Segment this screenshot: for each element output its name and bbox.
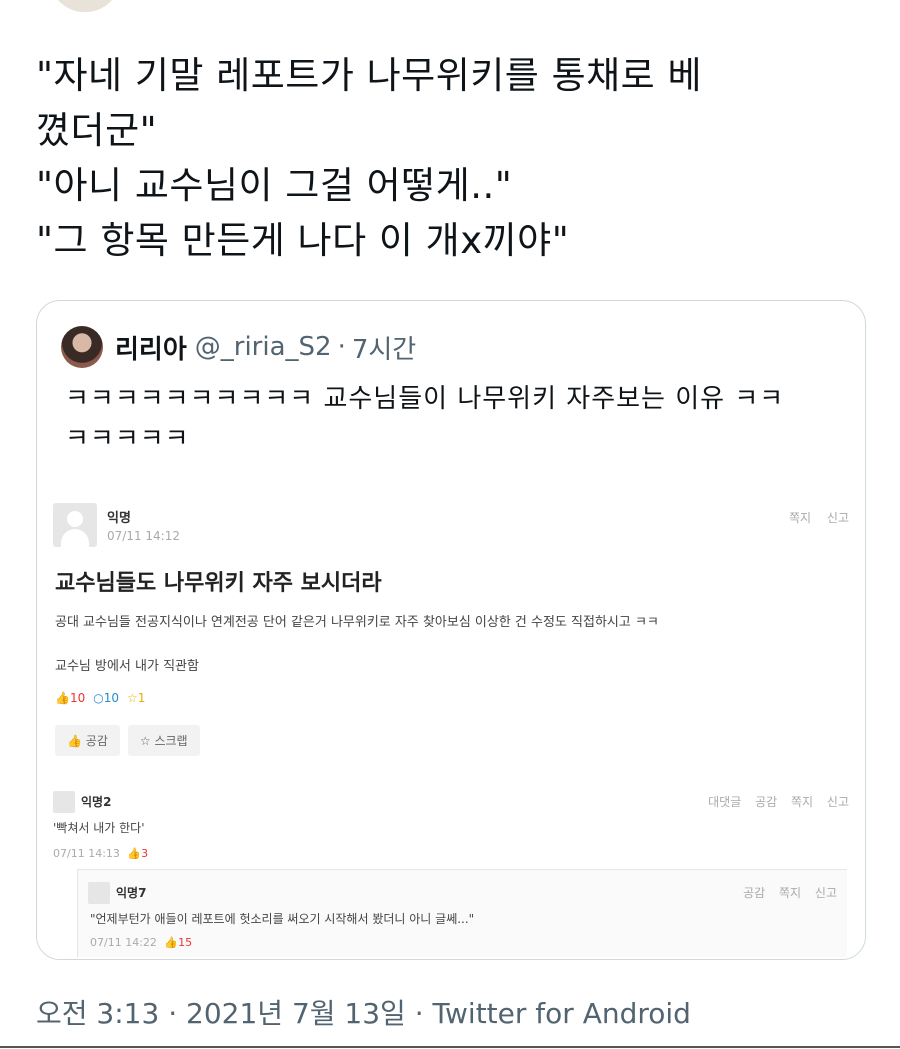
post-date: 07/11 14:12 — [107, 529, 180, 543]
reply-author: 익명7 — [116, 886, 147, 900]
post-author-avatar — [53, 503, 97, 547]
tweet-text: "자네 기말 레포트가 나무위키를 통채로 베 꼈더군" "아니 교수님이 그걸… — [36, 48, 876, 268]
separator-dot: · — [337, 332, 346, 362]
reply-link: 대댓글 — [708, 795, 742, 809]
quoted-tweet-card[interactable]: 리리아 @_riria_S2 · 7시간 ㅋㅋㅋㅋㅋㅋㅋㅋㅋㅋ 교수님들이 나무… — [36, 300, 866, 960]
reply-date: 07/11 14:22 — [90, 936, 157, 949]
report-link: 신고 — [826, 511, 849, 525]
tweet-page: "자네 기말 레포트가 나무위키를 통채로 베 꼈더군" "아니 교수님이 그걸… — [0, 0, 900, 1049]
author-avatar[interactable] — [50, 0, 120, 12]
thumbs-up-icon: 👍 — [67, 734, 82, 748]
quoted-author-name[interactable]: 리리아 — [115, 329, 187, 366]
post-stats: 👍10 ○10 ☆1 — [55, 691, 145, 705]
scrap-count: ☆1 — [127, 691, 146, 705]
comment-likes: 👍3 — [127, 847, 149, 860]
reply-text: "언제부턴가 애들이 레포트에 헛소리를 써오기 시작해서 봤더니 아니 글쎄.… — [90, 912, 475, 926]
reply-comment: 익명7 공감 쪽지 신고 "언제부턴가 애들이 레포트에 헛소리를 써오기 시작… — [77, 869, 847, 957]
post-author: 익명 — [107, 511, 131, 526]
comment-text: '빡쳐서 내가 한다' — [53, 821, 145, 835]
post-body: 공대 교수님들 전공지식이나 연계전공 단어 같은거 나무위키로 자주 찾아보심… — [55, 615, 659, 630]
star-icon: ☆ — [127, 691, 138, 705]
reply-avatar — [88, 882, 110, 904]
separator-dot: · — [168, 997, 178, 1030]
tweet-line: 꼈더군" — [36, 109, 158, 152]
quoted-tweet-text: ㅋㅋㅋㅋㅋㅋㅋㅋㅋㅋ 교수님들이 나무위키 자주보는 이유 ㅋㅋ ㅋㅋㅋㅋㅋ — [65, 379, 855, 459]
embedded-screenshot[interactable]: 익명 07/11 14:12 쪽지 신고 교수님들도 나무위키 자주 보시더라 … — [37, 481, 865, 959]
separator-dot: · — [414, 997, 424, 1030]
tweet-time[interactable]: 오전 3:13 — [36, 997, 159, 1030]
comment-actions: 대댓글 공감 쪽지 신고 — [698, 793, 849, 810]
thumbs-up-icon: 👍 — [55, 691, 70, 705]
quoted-text-line: ㅋㅋㅋㅋㅋㅋㅋㅋㅋㅋ 교수님들이 나무위키 자주보는 이유 ㅋㅋ — [65, 384, 785, 414]
divider — [0, 1046, 900, 1048]
comment-avatar — [53, 791, 75, 813]
comment-count: ○10 — [93, 691, 119, 705]
post-body: 교수님 방에서 내가 직관함 — [55, 659, 199, 674]
reply-actions: 공감 쪽지 신고 — [733, 884, 837, 901]
empathy-link: 공감 — [743, 886, 766, 900]
message-link: 쪽지 — [790, 795, 814, 809]
star-icon: ☆ — [139, 734, 151, 748]
reply-likes: 👍15 — [164, 936, 193, 949]
quoted-text-line: ㅋㅋㅋㅋㅋ — [65, 424, 190, 454]
empathy-button: 👍 공감 — [55, 725, 120, 756]
report-link: 신고 — [814, 886, 837, 900]
reply-meta: 07/11 14:22 👍15 — [90, 936, 192, 949]
tweet-line: "아니 교수님이 그걸 어떻게.." — [36, 164, 513, 207]
comment-meta: 07/11 14:13 👍3 — [53, 847, 148, 860]
post-buttons: 👍 공감 ☆ 스크랩 — [55, 725, 200, 756]
comment-author: 익명2 — [81, 795, 112, 809]
speech-bubble-icon: ○ — [93, 691, 104, 705]
quoted-tweet-header: 리리아 @_riria_S2 · 7시간 — [61, 325, 416, 369]
tweet-line: "그 항목 만든게 나다 이 개x끼야" — [36, 219, 570, 262]
empathy-link: 공감 — [755, 795, 778, 809]
tweet-source[interactable]: Twitter for Android — [433, 997, 691, 1030]
quoted-author-avatar[interactable] — [61, 326, 103, 368]
tweet-timestamp: 오전 3:13 · 2021년 7월 13일 · Twitter for And… — [36, 992, 691, 1032]
post-actions: 쪽지 신고 — [777, 509, 849, 526]
like-count: 👍10 — [55, 691, 86, 705]
tweet-line: "자네 기말 레포트가 나무위키를 통채로 베 — [36, 54, 703, 97]
thumbs-up-icon: 👍 — [164, 936, 179, 949]
quoted-tweet-time[interactable]: 7시간 — [352, 329, 416, 366]
quoted-author-handle[interactable]: @_riria_S2 — [195, 332, 332, 362]
comment-date: 07/11 14:13 — [53, 847, 120, 860]
scrap-button: ☆ 스크랩 — [127, 725, 200, 756]
post-title: 교수님들도 나무위키 자주 보시더라 — [55, 571, 382, 596]
thumbs-up-icon: 👍 — [127, 847, 142, 860]
message-link: 쪽지 — [788, 511, 812, 525]
tweet-date[interactable]: 2021년 7월 13일 — [186, 997, 406, 1030]
report-link: 신고 — [826, 795, 849, 809]
message-link: 쪽지 — [778, 886, 802, 900]
